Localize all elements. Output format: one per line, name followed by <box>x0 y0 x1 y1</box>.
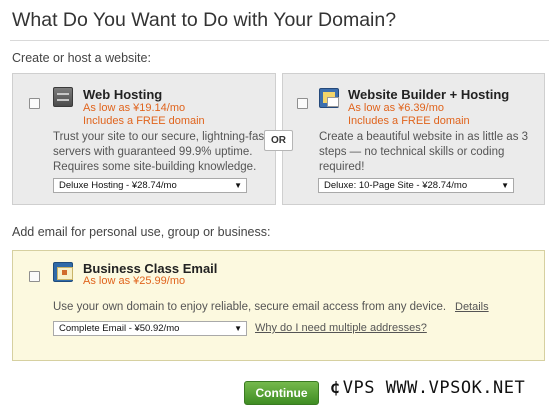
web-hosting-plan-select[interactable]: Deluxe Hosting - ¥28.74/mo ▼ <box>53 178 247 193</box>
server-icon <box>53 87 73 107</box>
chevron-down-icon: ▼ <box>234 324 242 333</box>
website-builder-desc-line: steps — no technical skills or coding <box>319 146 505 158</box>
web-hosting-title: Web Hosting <box>83 87 163 102</box>
business-email-description: Use your own domain to enjoy reliable, s… <box>53 301 447 313</box>
web-hosting-desc-line: Requires some site-building knowledge. <box>53 161 257 173</box>
website-builder-price: As low as ¥6.39/mo <box>348 102 444 114</box>
web-hosting-checkbox[interactable] <box>29 98 40 109</box>
email-icon <box>53 262 73 282</box>
page-title: What Do You Want to Do with Your Domain? <box>12 9 397 31</box>
email-section-label: Add email for personal use, group or bus… <box>12 225 271 239</box>
watermark-logo-icon: ¢ <box>330 378 341 398</box>
website-builder-desc-line: Create a beautiful website in as little … <box>319 131 529 143</box>
website-builder-plan-select[interactable]: Deluxe: 10-Page Site - ¥28.74/mo ▼ <box>318 178 514 193</box>
website-builder-card: Website Builder + Hosting As low as ¥6.3… <box>282 73 545 205</box>
chevron-down-icon: ▼ <box>501 181 509 190</box>
website-builder-plan-value: Deluxe: 10-Page Site - ¥28.74/mo <box>324 180 468 191</box>
watermark-text: VPS WWW.VPSOK.NET <box>342 378 526 398</box>
web-hosting-description: Trust your site to our secure, lightning… <box>53 130 275 175</box>
business-email-panel: Business Class Email As low as ¥25.99/mo… <box>12 250 545 361</box>
website-builder-title: Website Builder + Hosting <box>348 87 510 102</box>
business-email-price: As low as ¥25.99/mo <box>83 275 186 287</box>
business-email-title: Business Class Email <box>83 261 218 276</box>
details-link[interactable]: Details <box>455 301 489 313</box>
title-divider <box>10 40 549 41</box>
web-hosting-card: Web Hosting As low as ¥19.14/mo Includes… <box>12 73 276 205</box>
website-builder-icon <box>319 88 339 108</box>
business-email-checkbox[interactable] <box>29 271 40 282</box>
website-builder-desc-line: required! <box>319 161 365 173</box>
chevron-down-icon: ▼ <box>234 181 242 190</box>
website-builder-checkbox[interactable] <box>297 98 308 109</box>
business-email-plan-select[interactable]: Complete Email - ¥50.92/mo ▼ <box>53 321 247 336</box>
web-hosting-desc-line: Trust your site to our secure, lightning… <box>53 131 268 143</box>
or-badge: OR <box>264 130 293 151</box>
watermark: ¢ VPS WWW.VPSOK.NET <box>330 378 525 398</box>
website-builder-description: Create a beautiful website in as little … <box>319 130 541 175</box>
web-hosting-promo: Includes a FREE domain <box>83 115 205 127</box>
web-hosting-desc-line: servers with guaranteed 99.9% uptime. <box>53 146 253 158</box>
business-email-plan-value: Complete Email - ¥50.92/mo <box>59 323 180 334</box>
website-section-label: Create or host a website: <box>12 51 151 65</box>
web-hosting-plan-value: Deluxe Hosting - ¥28.74/mo <box>59 180 177 191</box>
continue-button[interactable]: Continue <box>244 381 319 405</box>
website-builder-promo: Includes a FREE domain <box>348 115 470 127</box>
web-hosting-price: As low as ¥19.14/mo <box>83 102 186 114</box>
why-multiple-addresses-link[interactable]: Why do I need multiple addresses? <box>255 322 427 334</box>
